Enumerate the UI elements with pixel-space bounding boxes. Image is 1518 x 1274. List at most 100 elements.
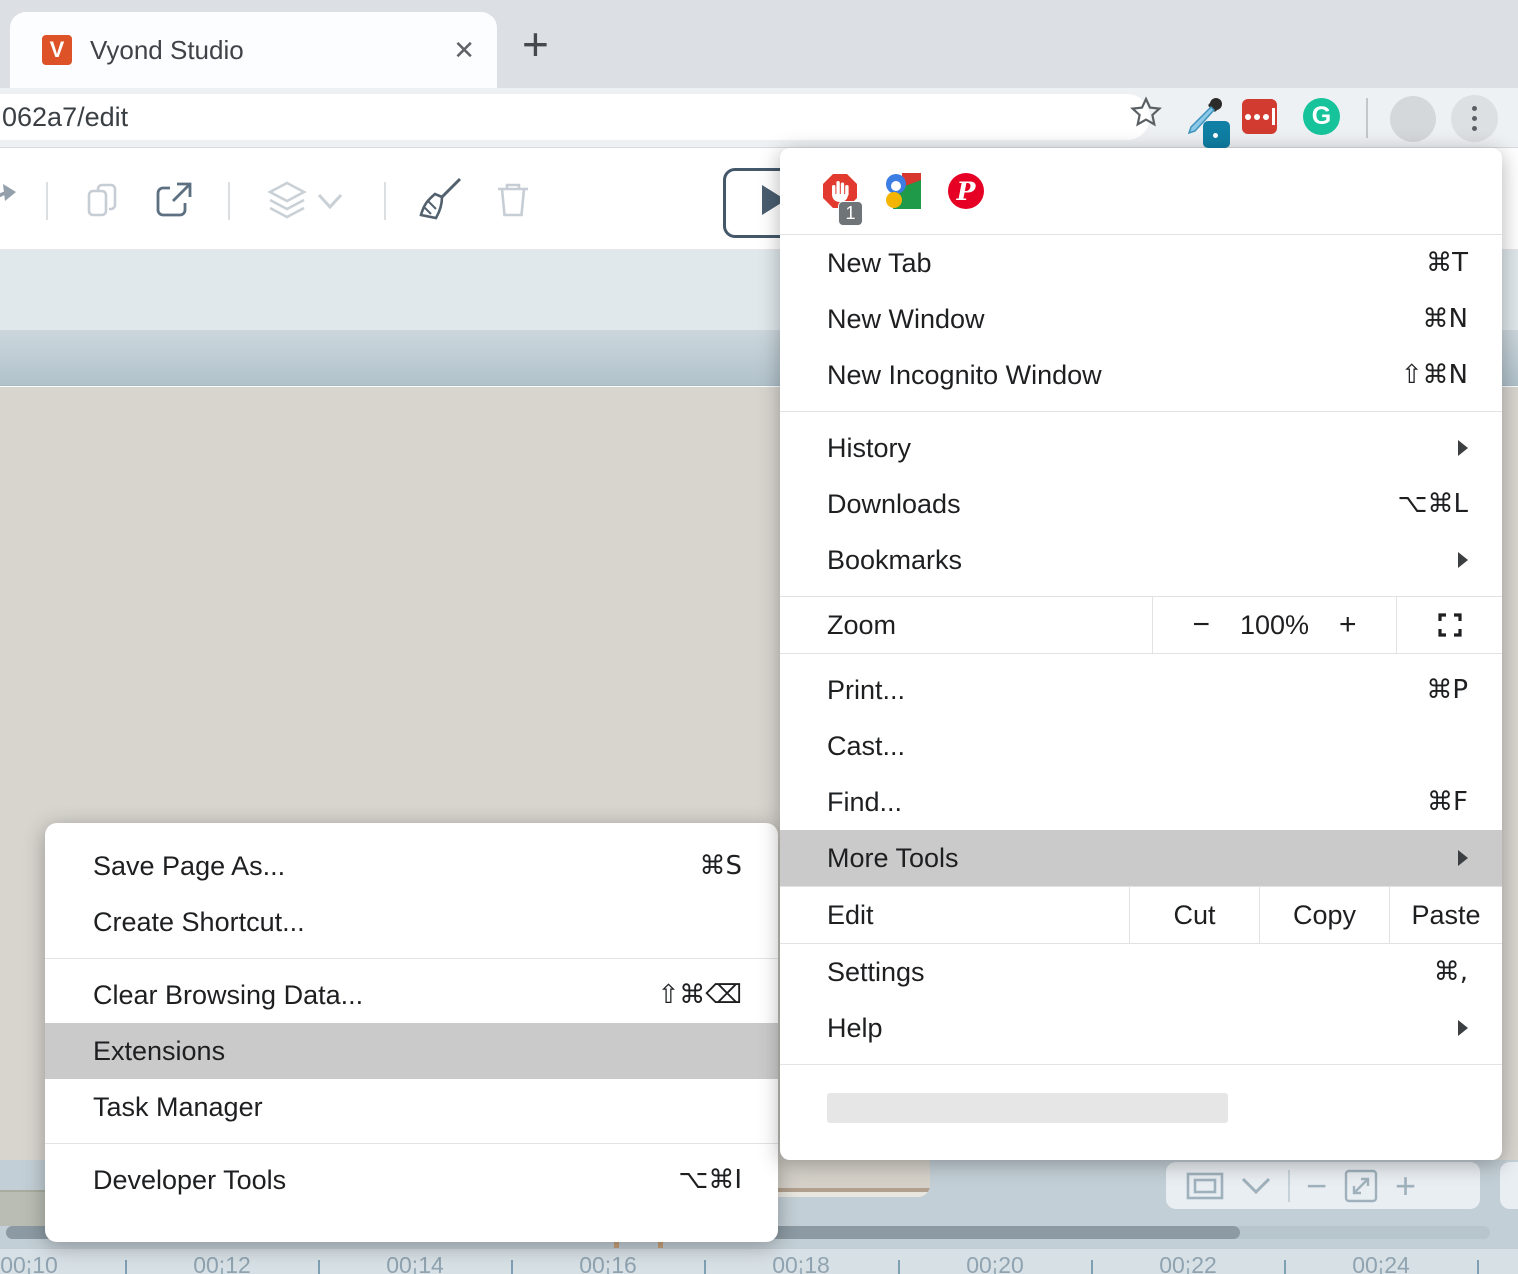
menu-item-label: Task Manager [93, 1092, 742, 1123]
browser-main-menu: 1 P New Tab ⌘T New Window ⌘N New Incogni… [780, 148, 1502, 1160]
ruler-tick [318, 1260, 320, 1274]
chevron-down-icon[interactable] [1240, 1176, 1272, 1196]
vyond-favicon-icon: V [42, 35, 72, 65]
redacted-text-bar [827, 1093, 1228, 1123]
menu-item-label: Cast... [827, 731, 1468, 762]
scene-thumbnail-edge [0, 1190, 45, 1226]
ruler-tick [1477, 1260, 1479, 1274]
ruler-subtick [607, 1268, 609, 1274]
menu-item-developer-tools[interactable]: Developer Tools ⌥⌘I [45, 1152, 778, 1208]
submenu-arrow-icon [1458, 552, 1468, 568]
zoom-in-button[interactable]: + [1339, 608, 1357, 642]
menu-item-label: Downloads [827, 489, 1398, 520]
trash-icon[interactable] [494, 180, 532, 220]
url-text: 062a7/edit [2, 102, 128, 133]
menu-separator [780, 411, 1502, 412]
ruler-tick [898, 1260, 900, 1274]
menu-item-print[interactable]: Print... ⌘P [780, 662, 1502, 718]
share-export-icon[interactable] [154, 180, 194, 220]
ruler-tick [1091, 1260, 1093, 1274]
ruler-subtick [1187, 1268, 1189, 1274]
browser-menu-button[interactable] [1451, 95, 1498, 142]
ruler-subtick [994, 1268, 996, 1274]
menu-item-label: New Incognito Window [827, 360, 1401, 391]
menu-item-new-incognito-window[interactable]: New Incognito Window ⇧⌘N [780, 347, 1502, 403]
submenu-arrow-icon [1458, 1020, 1468, 1036]
ruler-tick [125, 1260, 127, 1274]
clean-broom-icon[interactable] [414, 176, 464, 226]
timeline-fit-icon[interactable] [1343, 1168, 1379, 1204]
ruler-subtick [414, 1268, 416, 1274]
menu-edit-row: Edit Cut Copy Paste [780, 886, 1502, 944]
menu-item-settings[interactable]: Settings ⌘, [780, 944, 1502, 1000]
menu-item-extensions[interactable]: Extensions [45, 1023, 778, 1079]
lastpass-extension-icon[interactable] [1242, 99, 1277, 134]
menu-separator [45, 958, 778, 959]
menu-item-clear-browsing-data[interactable]: Clear Browsing Data... ⇧⌘⌫ [45, 967, 778, 1023]
tab-close-icon[interactable]: ✕ [453, 35, 475, 66]
toolbar-divider [384, 182, 386, 220]
copy-icon[interactable] [84, 180, 124, 220]
bookmark-star-icon[interactable] [1130, 96, 1162, 128]
tab-strip: V Vyond Studio ✕ + [0, 0, 1518, 88]
menu-item-label: Developer Tools [93, 1165, 678, 1196]
zoom-value: 100% [1240, 610, 1309, 641]
ruler-subtick [1380, 1268, 1382, 1274]
menu-item-shortcut: ⌘P [1426, 675, 1468, 705]
new-tab-button[interactable]: + [522, 18, 549, 70]
ruler-tick [1284, 1260, 1286, 1274]
menu-item-help[interactable]: Help [780, 1000, 1502, 1056]
fullscreen-button[interactable] [1396, 597, 1502, 653]
menu-item-more-tools[interactable]: More Tools [780, 830, 1502, 886]
pinterest-extension-icon[interactable]: P [948, 173, 984, 209]
timeline-zoom-out-button[interactable]: − [1306, 1168, 1327, 1204]
menu-item-shortcut: ⇧⌘N [1401, 360, 1468, 390]
menu-item-new-window[interactable]: New Window ⌘N [780, 291, 1502, 347]
menu-item-label: History [827, 433, 1458, 464]
menu-separator [45, 1143, 778, 1144]
menu-item-shortcut: ⌘S [699, 851, 742, 881]
menu-item-cast[interactable]: Cast... [780, 718, 1502, 774]
adblock-extension-icon[interactable]: 1 [822, 173, 858, 209]
ruler-label: 00:10 [0, 1252, 74, 1274]
screen-fit-icon[interactable] [1186, 1172, 1224, 1200]
timeline-controls: − + [1166, 1162, 1480, 1209]
menu-item-new-tab[interactable]: New Tab ⌘T [780, 235, 1502, 291]
grammarly-extension-icon[interactable]: G [1303, 98, 1340, 135]
zoom-label: Zoom [780, 597, 1152, 653]
menu-item-label: Print... [827, 675, 1426, 706]
menu-item-shortcut: ⌥⌘I [678, 1165, 742, 1195]
menu-item-history[interactable]: History [780, 420, 1502, 476]
chevron-down-icon[interactable] [316, 192, 344, 212]
zoom-out-button[interactable]: − [1192, 608, 1210, 642]
menu-item-downloads[interactable]: Downloads ⌥⌘L [780, 476, 1502, 532]
tab-title: Vyond Studio [90, 35, 244, 66]
menu-item-label: Create Shortcut... [93, 907, 742, 938]
omnibox[interactable]: 062a7/edit [0, 94, 1150, 140]
profile-avatar[interactable] [1390, 96, 1436, 142]
zoom-controls: − 100% + [1152, 597, 1396, 653]
cut-button[interactable]: Cut [1129, 887, 1259, 943]
menu-item-find[interactable]: Find... ⌘F [780, 774, 1502, 830]
menu-item-label: Bookmarks [827, 545, 1458, 576]
layers-icon[interactable] [264, 180, 310, 222]
toolbar-divider [1366, 98, 1368, 138]
adblock-badge: 1 [838, 201, 863, 226]
menu-item-task-manager[interactable]: Task Manager [45, 1079, 778, 1135]
fullscreen-icon [1437, 612, 1463, 638]
google-extension-icon[interactable] [885, 173, 921, 209]
ruler-tick [511, 1260, 513, 1274]
menu-item-save-page-as[interactable]: Save Page As... ⌘S [45, 838, 778, 894]
timeline-zoom-in-button[interactable]: + [1395, 1168, 1416, 1204]
pinterest-letter: P [957, 177, 976, 206]
menu-item-create-shortcut[interactable]: Create Shortcut... [45, 894, 778, 950]
copy-button[interactable]: Copy [1259, 887, 1389, 943]
favicon-letter: V [50, 37, 65, 63]
menu-item-shortcut: ⌘N [1423, 304, 1468, 334]
menu-item-label: New Tab [827, 248, 1426, 279]
paste-button[interactable]: Paste [1389, 887, 1502, 943]
browser-tab[interactable]: V Vyond Studio ✕ [10, 12, 497, 88]
menu-item-bookmarks[interactable]: Bookmarks [780, 532, 1502, 588]
redo-icon[interactable] [0, 182, 20, 222]
screen: V Vyond Studio ✕ + 062a7/edit G [0, 0, 1518, 1274]
